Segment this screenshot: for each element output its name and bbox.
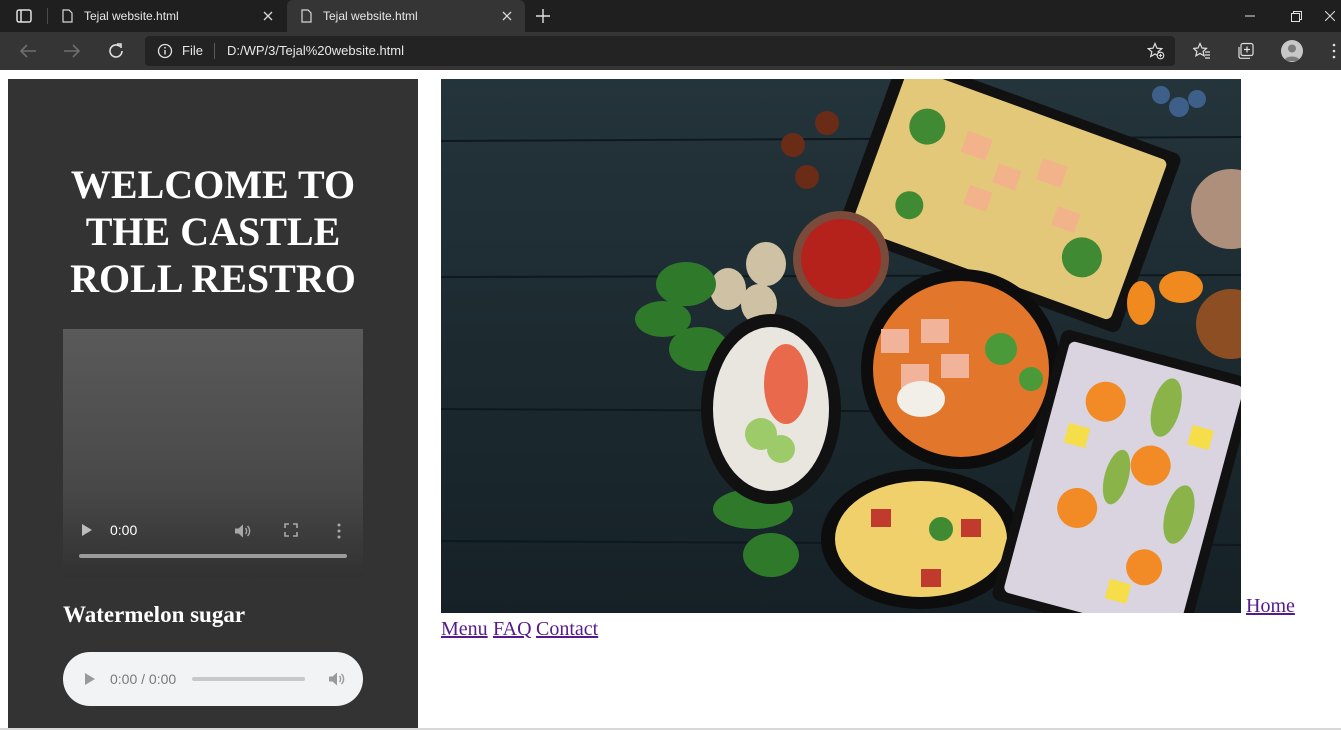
nav-link-contact[interactable]: Contact [536, 618, 598, 641]
volume-icon[interactable] [234, 523, 252, 539]
close-window-icon[interactable] [1319, 0, 1341, 32]
audio-time: 0:00 / 0:00 [110, 671, 177, 687]
video-controls [63, 495, 363, 577]
favorites-icon[interactable] [1192, 41, 1212, 61]
song-title: Watermelon sugar [63, 602, 246, 627]
minimize-icon[interactable] [1227, 0, 1273, 32]
collections-icon[interactable] [1236, 41, 1256, 61]
reload-icon[interactable] [104, 39, 128, 63]
forward-icon[interactable] [60, 39, 84, 63]
browser-toolbar: File D:/WP/3/Tejal%20website.html [0, 32, 1341, 70]
tab-actions-icon[interactable] [10, 6, 38, 26]
tab-title: Tejal website.html [323, 9, 418, 23]
nav-link-home[interactable]: Home [1246, 595, 1295, 618]
page-viewport: WELCOME TO THE CASTLE ROLL RESTRO 0:00 W… [0, 70, 1341, 730]
video-progress-bar[interactable] [79, 554, 347, 558]
url-text[interactable]: D:/WP/3/Tejal%20website.html [227, 43, 404, 58]
nav-link-faq[interactable]: FAQ [493, 618, 532, 641]
tab-bar: Tejal website.html Tejal website.html [0, 0, 1341, 32]
food-hero-image [441, 79, 1241, 613]
close-tab-icon[interactable] [499, 8, 515, 24]
restore-icon[interactable] [1273, 0, 1319, 32]
file-icon [62, 9, 73, 23]
tab-2-active[interactable]: Tejal website.html [287, 0, 525, 32]
address-divider [214, 43, 215, 59]
video-player[interactable]: 0:00 [63, 329, 363, 577]
fullscreen-icon[interactable] [284, 523, 298, 537]
scheme-label: File [182, 43, 203, 58]
profile-icon[interactable] [1281, 40, 1303, 62]
welcome-heading: WELCOME TO THE CASTLE ROLL RESTRO [70, 162, 356, 301]
add-favorite-icon[interactable] [1147, 42, 1165, 60]
more-menu-icon[interactable] [1327, 41, 1341, 61]
close-tab-icon[interactable] [260, 8, 276, 24]
site-info-icon[interactable] [157, 43, 173, 59]
audio-player[interactable]: 0:00 / 0:00 [63, 652, 363, 706]
play-icon[interactable] [82, 524, 92, 536]
sidebar-panel: WELCOME TO THE CASTLE ROLL RESTRO 0:00 W… [8, 79, 418, 730]
audio-progress-bar[interactable] [192, 677, 305, 681]
back-icon[interactable] [16, 39, 40, 63]
address-bar[interactable]: File D:/WP/3/Tejal%20website.html [145, 36, 1175, 66]
tab-1[interactable]: Tejal website.html [48, 0, 286, 32]
new-tab-icon[interactable] [533, 6, 553, 26]
play-icon[interactable] [85, 673, 95, 685]
video-time: 0:00 [110, 522, 138, 538]
nav-link-menu[interactable]: Menu [441, 618, 488, 641]
file-icon [301, 9, 312, 23]
tab-title: Tejal website.html [84, 9, 179, 23]
more-options-icon[interactable] [337, 523, 341, 539]
volume-icon[interactable] [328, 670, 346, 688]
